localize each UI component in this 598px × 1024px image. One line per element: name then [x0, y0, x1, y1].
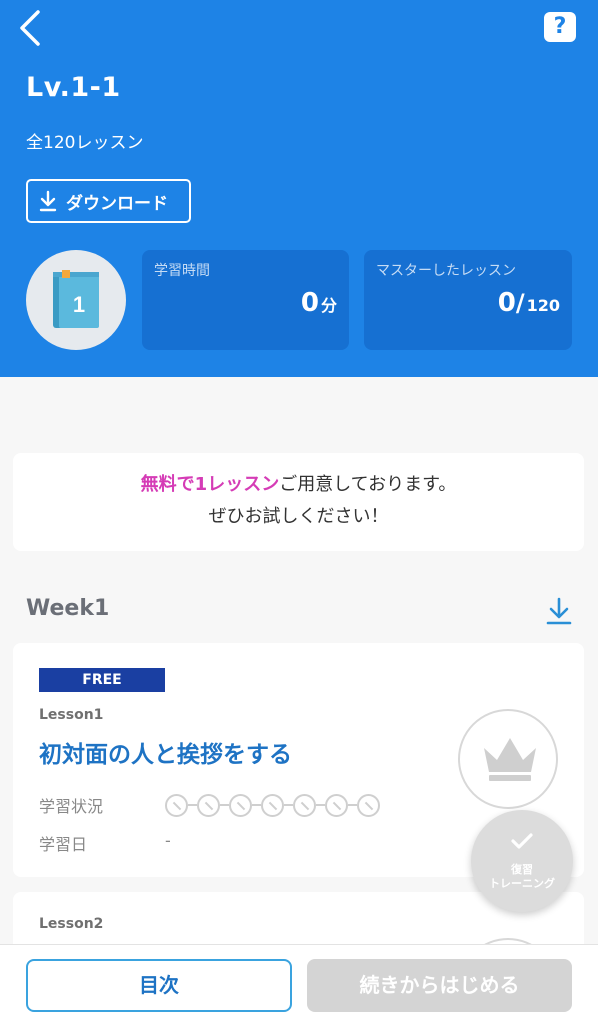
- study-status-label: 学習状況: [39, 797, 104, 816]
- mastered-slash: /: [515, 289, 525, 317]
- study-time-value: 0 分: [301, 288, 337, 318]
- week-title: Week1: [26, 596, 110, 621]
- download-label: ダウンロード: [66, 193, 168, 214]
- lesson-title: 初対面の人と挨拶をする: [39, 742, 292, 768]
- progress-step-icon: [261, 793, 284, 817]
- mastery-badge: [458, 709, 558, 809]
- promo-line1-rest: ご用意しております。: [279, 474, 457, 495]
- free-lesson-promo: 無料で1レッスンご用意しております。 ぜひお試しください！: [13, 453, 584, 551]
- promo-line-2: ぜひお試しください！: [208, 506, 389, 527]
- promo-highlight: 無料で1レッスン: [140, 474, 280, 495]
- back-button[interactable]: [14, 8, 50, 48]
- progress-connector: [348, 804, 357, 806]
- lesson-label: Lesson2: [39, 916, 104, 932]
- level-book-badge: 1: [26, 250, 126, 350]
- bottom-action-bar: 目次 続きからはじめる: [0, 944, 598, 1024]
- progress-connector: [188, 804, 197, 806]
- progress-connector: [284, 804, 293, 806]
- check-icon: [511, 833, 533, 849]
- study-time-label: 学習時間: [154, 263, 210, 279]
- mastered-total: 120: [526, 296, 560, 315]
- progress-step-icon: [165, 793, 188, 817]
- crown-icon: [484, 738, 536, 781]
- help-button[interactable]: ?: [544, 12, 576, 42]
- promo-line-1: 無料で1レッスンご用意しております。: [13, 469, 584, 501]
- table-of-contents-button[interactable]: 目次: [26, 959, 292, 1012]
- header: ? Lv.1-1 全120レッスン ダウンロード 1 学習時間 0 分 マスター…: [0, 0, 598, 377]
- progress-step-icon: [357, 793, 380, 817]
- download-button[interactable]: ダウンロード: [26, 179, 191, 223]
- review-training-button[interactable]: 復習 トレーニング: [471, 810, 573, 912]
- study-time-unit: 分: [320, 296, 337, 315]
- study-date-label: 学習日: [39, 835, 88, 854]
- progress-connector: [316, 804, 325, 806]
- continue-button[interactable]: 続きからはじめる: [307, 959, 572, 1012]
- mastered-label: マスターしたレッスン: [376, 263, 516, 279]
- chevron-left-icon: [20, 10, 40, 46]
- download-icon: [546, 597, 572, 625]
- download-icon: [39, 190, 57, 212]
- mastered-value: 0 / 120: [498, 288, 560, 318]
- lesson-label: Lesson1: [39, 707, 104, 723]
- question-icon: ?: [553, 14, 567, 39]
- book-number: 1: [73, 292, 85, 317]
- progress-step-icon: [325, 793, 348, 817]
- week-download-button[interactable]: [546, 596, 572, 626]
- mastered-lessons-card: マスターしたレッスン 0 / 120: [364, 250, 572, 350]
- study-progress-steps: [165, 793, 380, 817]
- progress-step-icon: [229, 793, 252, 817]
- study-date-value: -: [165, 831, 171, 850]
- progress-connector: [220, 804, 229, 806]
- progress-connector: [252, 804, 261, 806]
- review-label-line2: トレーニング: [489, 877, 555, 890]
- study-time-card: 学習時間 0 分: [142, 250, 349, 350]
- progress-step-icon: [293, 793, 316, 817]
- mastered-number: 0: [497, 288, 516, 318]
- book-icon: 1: [53, 270, 99, 328]
- lesson-count: 全120レッスン: [26, 133, 144, 153]
- study-time-number: 0: [300, 288, 319, 318]
- free-badge: FREE: [39, 668, 165, 692]
- level-title: Lv.1-1: [26, 72, 121, 103]
- progress-step-icon: [197, 793, 220, 817]
